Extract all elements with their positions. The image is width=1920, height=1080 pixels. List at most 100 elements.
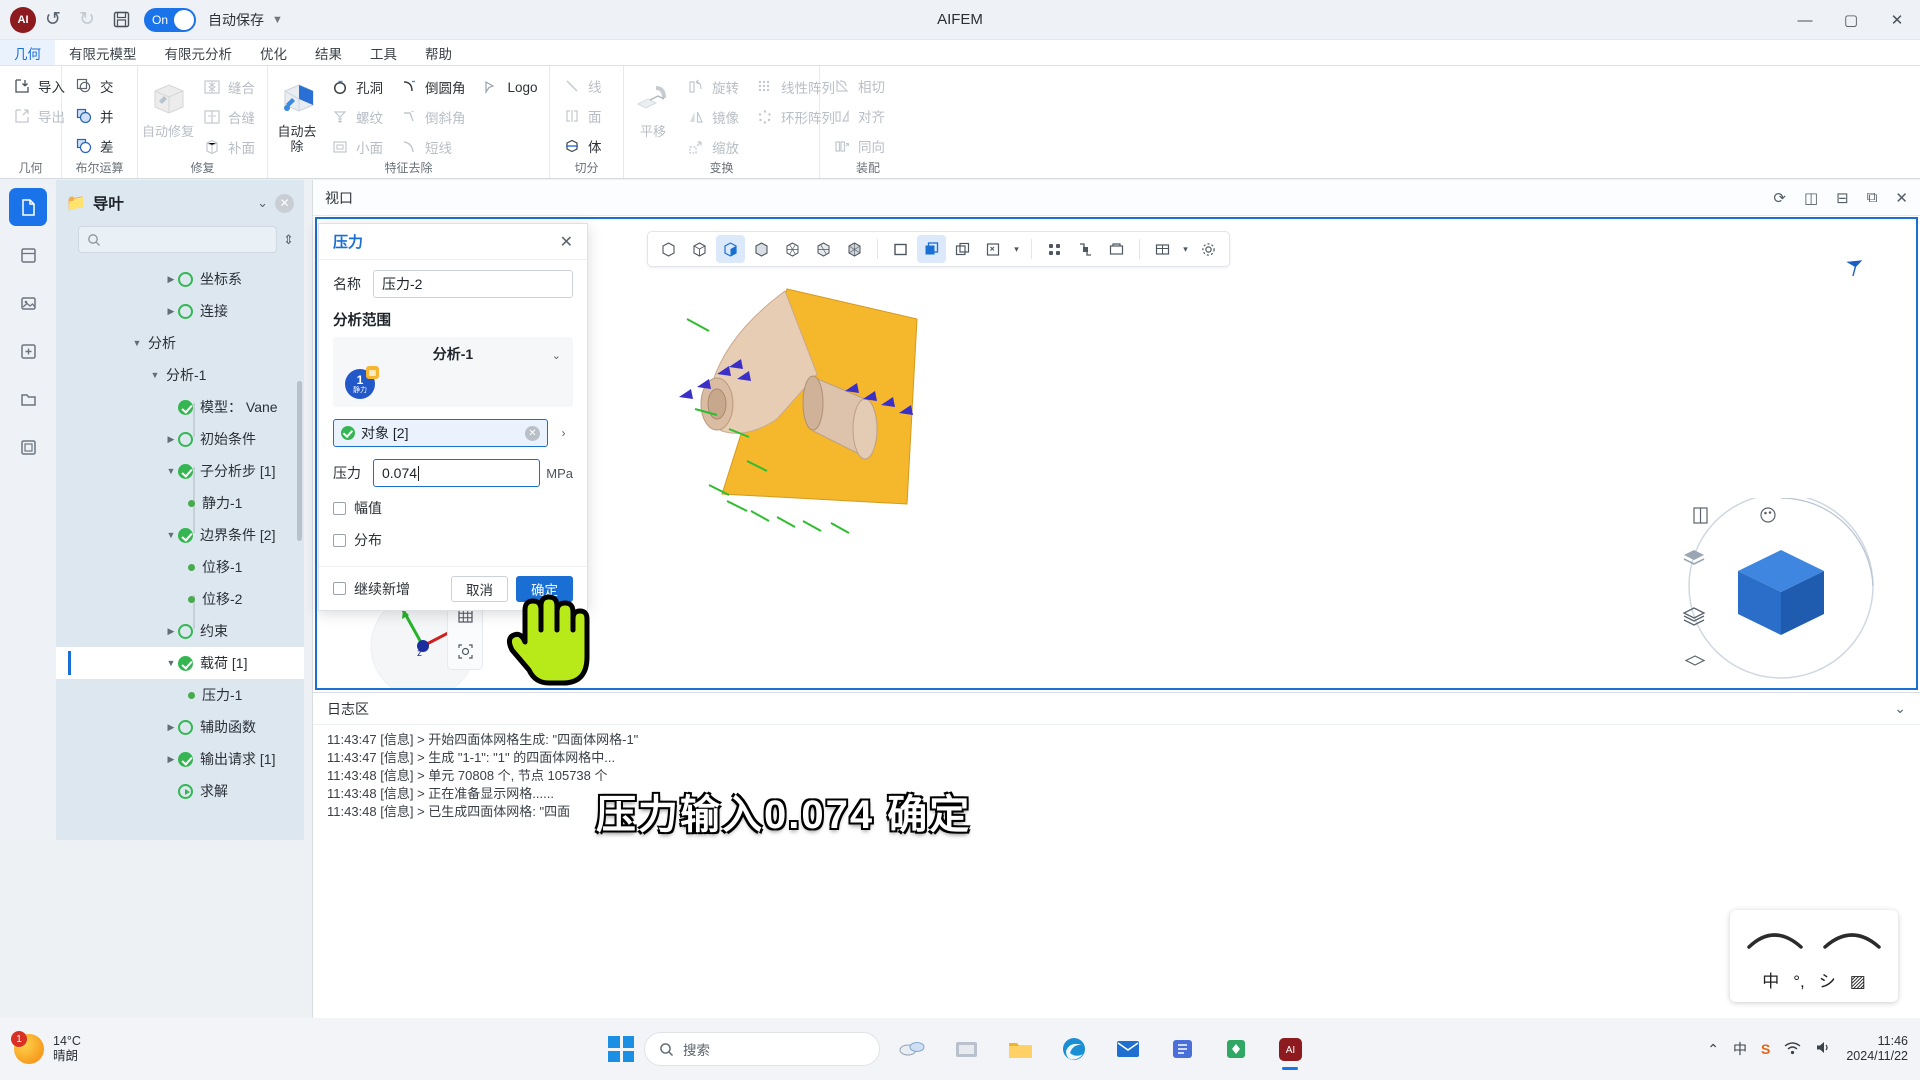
ime-icon[interactable]: 中 [1733,1039,1747,1059]
split-horizontal-icon[interactable]: ⊟ [1836,189,1849,207]
continue-checkbox[interactable] [333,582,346,595]
rail-item-template[interactable] [9,428,47,466]
taskbar-mail-icon[interactable] [1106,1027,1150,1071]
taskbar-search[interactable]: 搜索 [644,1032,880,1066]
volume-icon[interactable] [1815,1040,1832,1058]
tree-search-input[interactable] [78,226,277,253]
taskbar-clock[interactable]: 11:46 2024/11/22 [1846,1034,1908,1064]
autosave-toggle[interactable]: On [144,8,196,32]
pick-filter-icon[interactable] [979,235,1008,263]
tree-node-displacement-2[interactable]: 位移-2 [56,583,304,615]
ribbon-union-button[interactable]: 并 [66,101,122,131]
maximize-button[interactable]: ▢ [1828,0,1874,40]
taskbar-edge-icon[interactable] [1052,1027,1096,1071]
chevron-down-icon[interactable]: ▼ [164,530,178,540]
rail-item-image[interactable] [9,284,47,322]
tree-node-pressure-1[interactable]: 压力-1 [56,679,304,711]
pressure-input[interactable]: 0.074 [373,459,540,487]
tree-node-solve[interactable]: 求解 [56,775,304,807]
rail-item-layers[interactable] [9,236,47,274]
network-icon[interactable] [1784,1041,1801,1058]
chevron-right-icon[interactable]: › [554,420,573,446]
navigation-cube[interactable] [1666,498,1896,690]
tree-scrollbar[interactable] [297,381,302,541]
taskbar-widgets-icon[interactable] [890,1027,934,1071]
tree-node-boundary-conditions[interactable]: ▼ 边界条件 [2] [56,519,304,551]
rail-item-document[interactable] [9,188,47,226]
popout-icon[interactable]: ⧉ [1867,189,1878,206]
grid-points-icon[interactable] [1040,235,1069,263]
chevron-down-icon[interactable]: ▼ [164,466,178,476]
rail-item-add-folder[interactable] [9,332,47,370]
table-dropdown-icon[interactable]: ▾ [1179,235,1192,263]
sort-icon[interactable]: ⇕ [283,232,294,248]
taskbar-aifem-icon[interactable]: AI [1268,1027,1312,1071]
chevron-down-icon[interactable]: ▼ [164,658,178,668]
close-button[interactable]: ✕ [1874,0,1920,40]
screenshot-icon[interactable] [448,633,482,669]
amplitude-checkbox[interactable] [333,502,346,515]
chevron-down-icon[interactable]: ▼ [148,370,162,380]
distribution-checkbox[interactable] [333,534,346,547]
clip-icon[interactable] [1102,235,1131,263]
refresh-icon[interactable]: ⟳ [1773,189,1786,207]
tab-geometry[interactable]: 几何 [0,40,55,65]
object-field[interactable]: 对象 [2] ✕ [333,419,548,447]
ribbon-logo-button[interactable]: Logo [474,72,546,102]
chevron-up-icon[interactable]: ⌃ [1707,1041,1719,1058]
shaded-edges-icon[interactable] [747,235,776,263]
ribbon-auto-remove-button[interactable]: 自动去除 [272,71,322,155]
tree-node-coordinate-system[interactable]: ▶ 坐标系 [56,263,304,295]
chevron-right-icon[interactable]: ▶ [164,274,178,285]
rail-item-folder[interactable] [9,380,47,418]
tree-node-loads[interactable]: ▼ 载荷 [1] [56,647,304,679]
windows-start-icon[interactable] [608,1036,634,1062]
ribbon-fillet-button[interactable]: 倒圆角 [391,72,474,102]
viewport-close-icon[interactable]: ✕ [1895,189,1908,207]
dialog-close-icon[interactable]: ✕ [560,232,573,252]
pick-dropdown-icon[interactable]: ▾ [1010,235,1023,263]
chevron-down-icon[interactable]: ⌄ [552,349,561,362]
tree-node-analysis-group[interactable]: ▼ 分析 [56,327,304,359]
split-vertical-icon[interactable]: ◫ [1804,189,1818,207]
log-lines[interactable]: 11:43:47 [信息] > 开始四面体网格生成: "四面体网格-1" 11:… [313,725,1920,827]
taskbar-teams-icon[interactable] [1160,1027,1204,1071]
chevron-down-icon[interactable]: ⌄ [257,195,268,211]
ribbon-hole-button[interactable]: 孔洞 [322,72,391,102]
model-geometry[interactable] [617,279,1077,579]
clear-icon[interactable]: ✕ [525,426,540,441]
step-chip[interactable]: 1 静力 ▦ [345,369,375,399]
mesh-shaded-icon[interactable] [809,235,838,263]
chevron-right-icon[interactable]: ▶ [164,626,178,637]
tree-node-static-1[interactable]: 静力-1 [56,487,304,519]
tab-fe-analysis[interactable]: 有限元分析 [151,40,247,65]
name-input[interactable]: 压力-2 [373,270,573,298]
tab-fe-model[interactable]: 有限元模型 [55,40,151,65]
table-icon[interactable] [1148,235,1177,263]
hidden-line-icon[interactable] [685,235,714,263]
chevron-right-icon[interactable]: ▶ [164,306,178,317]
amplitude-row[interactable]: 幅值 [333,498,573,518]
body-select-icon[interactable] [917,235,946,263]
tab-help[interactable]: 帮助 [411,40,466,65]
ribbon-intersect-button[interactable]: 交 [66,71,122,101]
tab-tools[interactable]: 工具 [356,40,411,65]
tab-results[interactable]: 结果 [301,40,356,65]
taskbar-task-view-icon[interactable] [944,1027,988,1071]
tree-node-analysis-1[interactable]: ▼ 分析-1 [56,359,304,391]
tree-node-output-requests[interactable]: ▶ 输出请求 [1] [56,743,304,775]
minimize-button[interactable]: — [1782,0,1828,40]
chevron-right-icon[interactable]: ▶ [164,754,178,765]
tree-node-model[interactable]: 模型： Vane [56,391,304,423]
tree-node-connection[interactable]: ▶ 连接 [56,295,304,327]
section-icon[interactable] [1071,235,1100,263]
chevron-right-icon[interactable]: ▶ [164,434,178,445]
log-collapse-icon[interactable]: ⌄ [1894,700,1906,717]
sogou-icon[interactable]: S [1761,1041,1770,1057]
multi-select-icon[interactable] [948,235,977,263]
save-icon[interactable] [104,5,138,35]
tree-node-displacement-1[interactable]: 位移-1 [56,551,304,583]
mesh-icon[interactable] [778,235,807,263]
autosave-dropdown-icon[interactable]: ▼ [272,14,283,26]
taskbar-store-icon[interactable] [1214,1027,1258,1071]
